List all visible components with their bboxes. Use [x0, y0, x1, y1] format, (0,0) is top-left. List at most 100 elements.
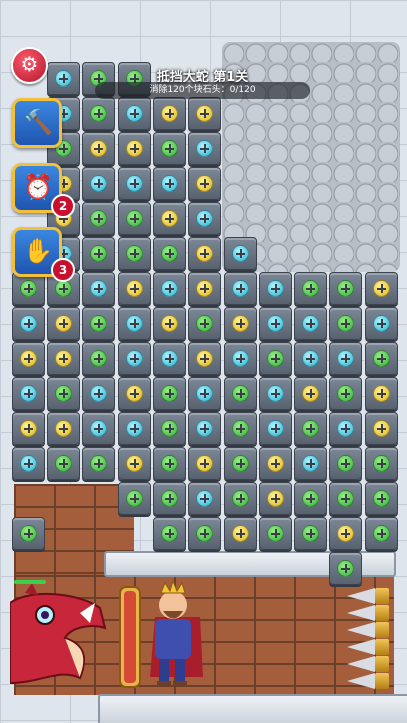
bolt-tile-green[interactable] [365, 447, 398, 480]
bolt-tile-yellow[interactable] [259, 482, 292, 515]
bolt-tile-cyan[interactable] [47, 62, 80, 95]
bolt-tile-cyan[interactable] [118, 412, 151, 445]
bolt-tile-cyan[interactable] [82, 272, 115, 305]
bolt-tile-yellow[interactable] [153, 307, 186, 340]
bolt-tile-green[interactable] [188, 517, 221, 550]
bolt-tile-green[interactable] [329, 482, 362, 515]
bolt-tile-yellow[interactable] [188, 447, 221, 480]
bolt-tile-cyan[interactable] [12, 377, 45, 410]
bolt-tile-cyan[interactable] [259, 377, 292, 410]
bolt-tile-green[interactable] [224, 447, 257, 480]
bolt-tile-green[interactable] [365, 482, 398, 515]
powerup-hammer-button[interactable]: 🔨 [12, 98, 62, 148]
bolt-tile-cyan[interactable] [259, 272, 292, 305]
bolt-tile-cyan[interactable] [153, 342, 186, 375]
bolt-tile-green[interactable] [329, 377, 362, 410]
bolt-tile-green[interactable] [153, 412, 186, 445]
bolt-tile-cyan[interactable] [188, 412, 221, 445]
bolt-tile-yellow[interactable] [12, 342, 45, 375]
bolt-tile-green[interactable] [153, 237, 186, 270]
bolt-tile-yellow[interactable] [224, 517, 257, 550]
bolt-tile-cyan[interactable] [329, 412, 362, 445]
bolt-tile-cyan[interactable] [153, 167, 186, 200]
bolt-tile-green[interactable] [82, 307, 115, 340]
bolt-tile-cyan[interactable] [294, 342, 327, 375]
bolt-tile-green[interactable] [47, 447, 80, 480]
bolt-tile-green[interactable] [294, 272, 327, 305]
bolt-tile-yellow[interactable] [365, 272, 398, 305]
bolt-tile-cyan[interactable] [188, 132, 221, 165]
bolt-tile-green[interactable] [259, 517, 292, 550]
bolt-tile-cyan[interactable] [82, 412, 115, 445]
powerup-hand-button[interactable]: ✋ 3 [12, 227, 75, 282]
bolt-tile-cyan[interactable] [294, 447, 327, 480]
bolt-tile-yellow[interactable] [82, 132, 115, 165]
bolt-tile-yellow[interactable] [188, 167, 221, 200]
bolt-tile-yellow[interactable] [259, 447, 292, 480]
bolt-tile-green[interactable] [47, 377, 80, 410]
bolt-tile-green[interactable] [153, 482, 186, 515]
bolt-tile-cyan[interactable] [118, 342, 151, 375]
bolt-tile-green[interactable] [365, 517, 398, 550]
bolt-tile-cyan[interactable] [82, 377, 115, 410]
bolt-tile-cyan[interactable] [188, 202, 221, 235]
bolt-tile-green[interactable] [329, 552, 362, 585]
bolt-tile-yellow[interactable] [47, 307, 80, 340]
bolt-tile-green[interactable] [153, 377, 186, 410]
bolt-tile-cyan[interactable] [224, 272, 257, 305]
bolt-tile-cyan[interactable] [224, 342, 257, 375]
bolt-tile-green[interactable] [118, 202, 151, 235]
bolt-tile-green[interactable] [153, 447, 186, 480]
bolt-tile-green[interactable] [118, 237, 151, 270]
bolt-tile-cyan[interactable] [224, 237, 257, 270]
bolt-tile-cyan[interactable] [259, 412, 292, 445]
bolt-tile-green[interactable] [82, 202, 115, 235]
bolt-tile-green[interactable] [153, 132, 186, 165]
bolt-tile-yellow[interactable] [188, 237, 221, 270]
bolt-tile-yellow[interactable] [118, 132, 151, 165]
bolt-tile-yellow[interactable] [12, 412, 45, 445]
bolt-tile-yellow[interactable] [224, 307, 257, 340]
bolt-tile-green[interactable] [329, 447, 362, 480]
bolt-tile-green[interactable] [12, 517, 45, 550]
bolt-tile-green[interactable] [82, 237, 115, 270]
bolt-tile-cyan[interactable] [12, 307, 45, 340]
bolt-tile-green[interactable] [153, 517, 186, 550]
bolt-tile-cyan[interactable] [118, 307, 151, 340]
bolt-tile-yellow[interactable] [188, 272, 221, 305]
bolt-tile-cyan[interactable] [329, 342, 362, 375]
bolt-tile-cyan[interactable] [118, 167, 151, 200]
bolt-tile-yellow[interactable] [365, 412, 398, 445]
bolt-tile-yellow[interactable] [365, 377, 398, 410]
bolt-tile-green[interactable] [294, 482, 327, 515]
bolt-tile-green[interactable] [118, 482, 151, 515]
bolt-tile-yellow[interactable] [294, 377, 327, 410]
bolt-tile-cyan[interactable] [188, 377, 221, 410]
bolt-tile-green[interactable] [82, 447, 115, 480]
bolt-tile-cyan[interactable] [12, 447, 45, 480]
bolt-tile-yellow[interactable] [153, 202, 186, 235]
bolt-tile-green[interactable] [224, 377, 257, 410]
bolt-tile-cyan[interactable] [259, 307, 292, 340]
bolt-tile-yellow[interactable] [118, 272, 151, 305]
bolt-tile-green[interactable] [329, 272, 362, 305]
bolt-tile-yellow[interactable] [329, 517, 362, 550]
bolt-tile-cyan[interactable] [82, 167, 115, 200]
settings-button[interactable]: ⚙ [11, 47, 48, 84]
bolt-tile-yellow[interactable] [47, 412, 80, 445]
bolt-tile-green[interactable] [329, 307, 362, 340]
bolt-tile-green[interactable] [188, 307, 221, 340]
bolt-tile-green[interactable] [294, 517, 327, 550]
bolt-tile-green[interactable] [82, 342, 115, 375]
bolt-tile-green[interactable] [259, 342, 292, 375]
bolt-tile-yellow[interactable] [188, 342, 221, 375]
bolt-tile-yellow[interactable] [47, 342, 80, 375]
bolt-tile-cyan[interactable] [294, 307, 327, 340]
bolt-tile-green[interactable] [294, 412, 327, 445]
bolt-tile-cyan[interactable] [153, 272, 186, 305]
bolt-tile-green[interactable] [365, 342, 398, 375]
powerup-alarm-button[interactable]: ⏰ 2 [12, 163, 75, 218]
bolt-tile-cyan[interactable] [188, 482, 221, 515]
bolt-tile-green[interactable] [224, 482, 257, 515]
bolt-tile-yellow[interactable] [118, 377, 151, 410]
